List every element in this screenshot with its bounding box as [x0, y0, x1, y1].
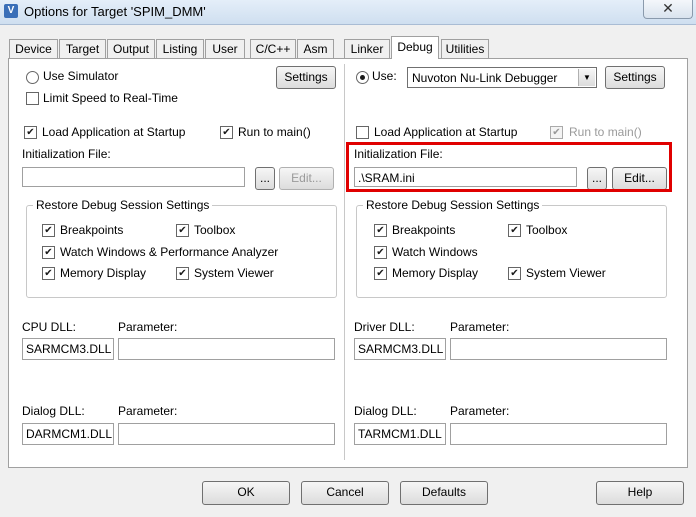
load-app-label-left: Load Application at Startup: [42, 125, 186, 139]
init-file-edit-button-left[interactable]: Edit...: [279, 167, 334, 190]
breakpoints-label-left: Breakpoints: [60, 223, 124, 237]
driver-dll-label: Driver DLL:: [354, 320, 415, 334]
check-icon: ✔: [510, 268, 519, 279]
system-viewer-label-right: System Viewer: [526, 266, 606, 280]
tab-utilities[interactable]: Utilities: [441, 39, 489, 58]
close-button[interactable]: ✕: [643, 0, 693, 19]
init-file-label-left: Initialization File:: [22, 147, 111, 161]
toolbox-checkbox-right[interactable]: ✔: [508, 224, 521, 237]
options-dialog: V Options for Target 'SPIM_DMM' ✕ Device…: [0, 0, 696, 517]
dialog-dll-label-left: Dialog DLL:: [22, 404, 85, 418]
breakpoints-label-right: Breakpoints: [392, 223, 456, 237]
dialog-dll-label-right: Dialog DLL:: [354, 404, 417, 418]
watch-windows-label-left: Watch Windows & Performance Analyzer: [60, 245, 279, 259]
dialog-parameter-input-left[interactable]: [118, 423, 335, 445]
toolbox-checkbox-left[interactable]: ✔: [176, 224, 189, 237]
cpu-dll-input[interactable]: SARMCM3.DLL: [22, 338, 114, 360]
check-icon: ✔: [44, 247, 53, 258]
check-icon: ✔: [26, 127, 35, 138]
watch-windows-checkbox-right[interactable]: ✔: [374, 246, 387, 259]
driver-parameter-input[interactable]: [450, 338, 667, 360]
load-app-checkbox-right[interactable]: [356, 126, 369, 139]
dialog-dll-input-right[interactable]: TARMCM1.DLL: [354, 423, 446, 445]
tab-asm[interactable]: Asm: [297, 39, 334, 58]
system-viewer-checkbox-right[interactable]: ✔: [508, 267, 521, 280]
system-viewer-label-left: System Viewer: [194, 266, 274, 280]
check-icon: ✔: [376, 268, 385, 279]
title-bar[interactable]: V Options for Target 'SPIM_DMM' ✕: [0, 0, 696, 25]
load-app-checkbox-left[interactable]: ✔: [24, 126, 37, 139]
memory-display-label-right: Memory Display: [392, 266, 479, 280]
run-to-main-label-right: Run to main(): [569, 125, 642, 139]
check-icon: ✔: [44, 268, 53, 279]
keil-app-icon: V: [4, 4, 18, 18]
breakpoints-checkbox-left[interactable]: ✔: [42, 224, 55, 237]
memory-display-label-left: Memory Display: [60, 266, 147, 280]
toolbox-label-left: Toolbox: [194, 223, 236, 237]
driver-parameter-label: Parameter:: [450, 320, 510, 334]
memory-display-checkbox-right[interactable]: ✔: [374, 267, 387, 280]
annotation-highlight-box: [346, 142, 672, 192]
cpu-parameter-input[interactable]: [118, 338, 335, 360]
check-icon: ✔: [178, 268, 187, 279]
restore-settings-title-right: Restore Debug Session Settings: [363, 198, 543, 212]
memory-display-checkbox-left[interactable]: ✔: [42, 267, 55, 280]
init-file-input-left[interactable]: [22, 167, 245, 187]
defaults-button[interactable]: Defaults: [400, 481, 488, 505]
debugger-select[interactable]: Nuvoton Nu-Link Debugger ▼: [407, 67, 597, 88]
toolbox-label-right: Toolbox: [526, 223, 568, 237]
watch-windows-checkbox-left[interactable]: ✔: [42, 246, 55, 259]
simulator-settings-button[interactable]: Settings: [276, 66, 336, 89]
window-title: Options for Target 'SPIM_DMM': [24, 4, 206, 19]
run-to-main-checkbox-right[interactable]: ✔: [550, 126, 563, 139]
tab-c-cpp[interactable]: C/C++: [250, 39, 296, 58]
tab-target[interactable]: Target: [59, 39, 106, 58]
init-file-browse-button-left[interactable]: ...: [255, 167, 275, 190]
driver-dll-input[interactable]: SARMCM3.DLL: [354, 338, 446, 360]
check-icon: ✔: [376, 247, 385, 258]
use-label: Use:: [372, 69, 397, 83]
use-simulator-radio[interactable]: [26, 71, 39, 84]
dialog-parameter-label-left: Parameter:: [118, 404, 178, 418]
run-to-main-label-left: Run to main(): [238, 125, 311, 139]
tab-listing[interactable]: Listing: [156, 39, 204, 58]
system-viewer-checkbox-left[interactable]: ✔: [176, 267, 189, 280]
limit-speed-checkbox[interactable]: [26, 92, 39, 105]
check-icon: ✔: [510, 225, 519, 236]
tab-output[interactable]: Output: [107, 39, 155, 58]
check-icon: ✔: [376, 225, 385, 236]
watch-windows-label-right: Watch Windows: [392, 245, 478, 259]
use-debugger-radio[interactable]: [356, 71, 369, 84]
use-simulator-label: Use Simulator: [43, 69, 119, 83]
breakpoints-checkbox-right[interactable]: ✔: [374, 224, 387, 237]
cpu-parameter-label: Parameter:: [118, 320, 178, 334]
limit-speed-label: Limit Speed to Real-Time: [43, 91, 178, 105]
ok-button[interactable]: OK: [202, 481, 290, 505]
restore-settings-title-left: Restore Debug Session Settings: [33, 198, 213, 212]
debug-tab-panel: Use Simulator Settings Limit Speed to Re…: [8, 58, 688, 468]
debugger-select-value: Nuvoton Nu-Link Debugger: [412, 71, 558, 85]
check-icon: ✔: [178, 225, 187, 236]
run-to-main-checkbox-left[interactable]: ✔: [220, 126, 233, 139]
tab-user[interactable]: User: [205, 39, 245, 58]
check-icon: ✔: [222, 127, 231, 138]
load-app-label-right: Load Application at Startup: [374, 125, 518, 139]
check-icon: ✔: [44, 225, 53, 236]
check-icon: ✔: [552, 127, 561, 138]
column-divider: [344, 64, 346, 460]
tab-device[interactable]: Device: [9, 39, 58, 58]
dialog-parameter-input-right[interactable]: [450, 423, 667, 445]
tab-linker[interactable]: Linker: [344, 39, 390, 58]
dialog-parameter-label-right: Parameter:: [450, 404, 510, 418]
tab-debug[interactable]: Debug: [391, 36, 439, 59]
cpu-dll-label: CPU DLL:: [22, 320, 77, 334]
close-icon: ✕: [662, 0, 674, 16]
cancel-button[interactable]: Cancel: [301, 481, 389, 505]
debugger-settings-button[interactable]: Settings: [605, 66, 665, 89]
chevron-down-icon[interactable]: ▼: [578, 69, 595, 86]
help-button[interactable]: Help: [596, 481, 684, 505]
dialog-dll-input-left[interactable]: DARMCM1.DLL: [22, 423, 114, 445]
